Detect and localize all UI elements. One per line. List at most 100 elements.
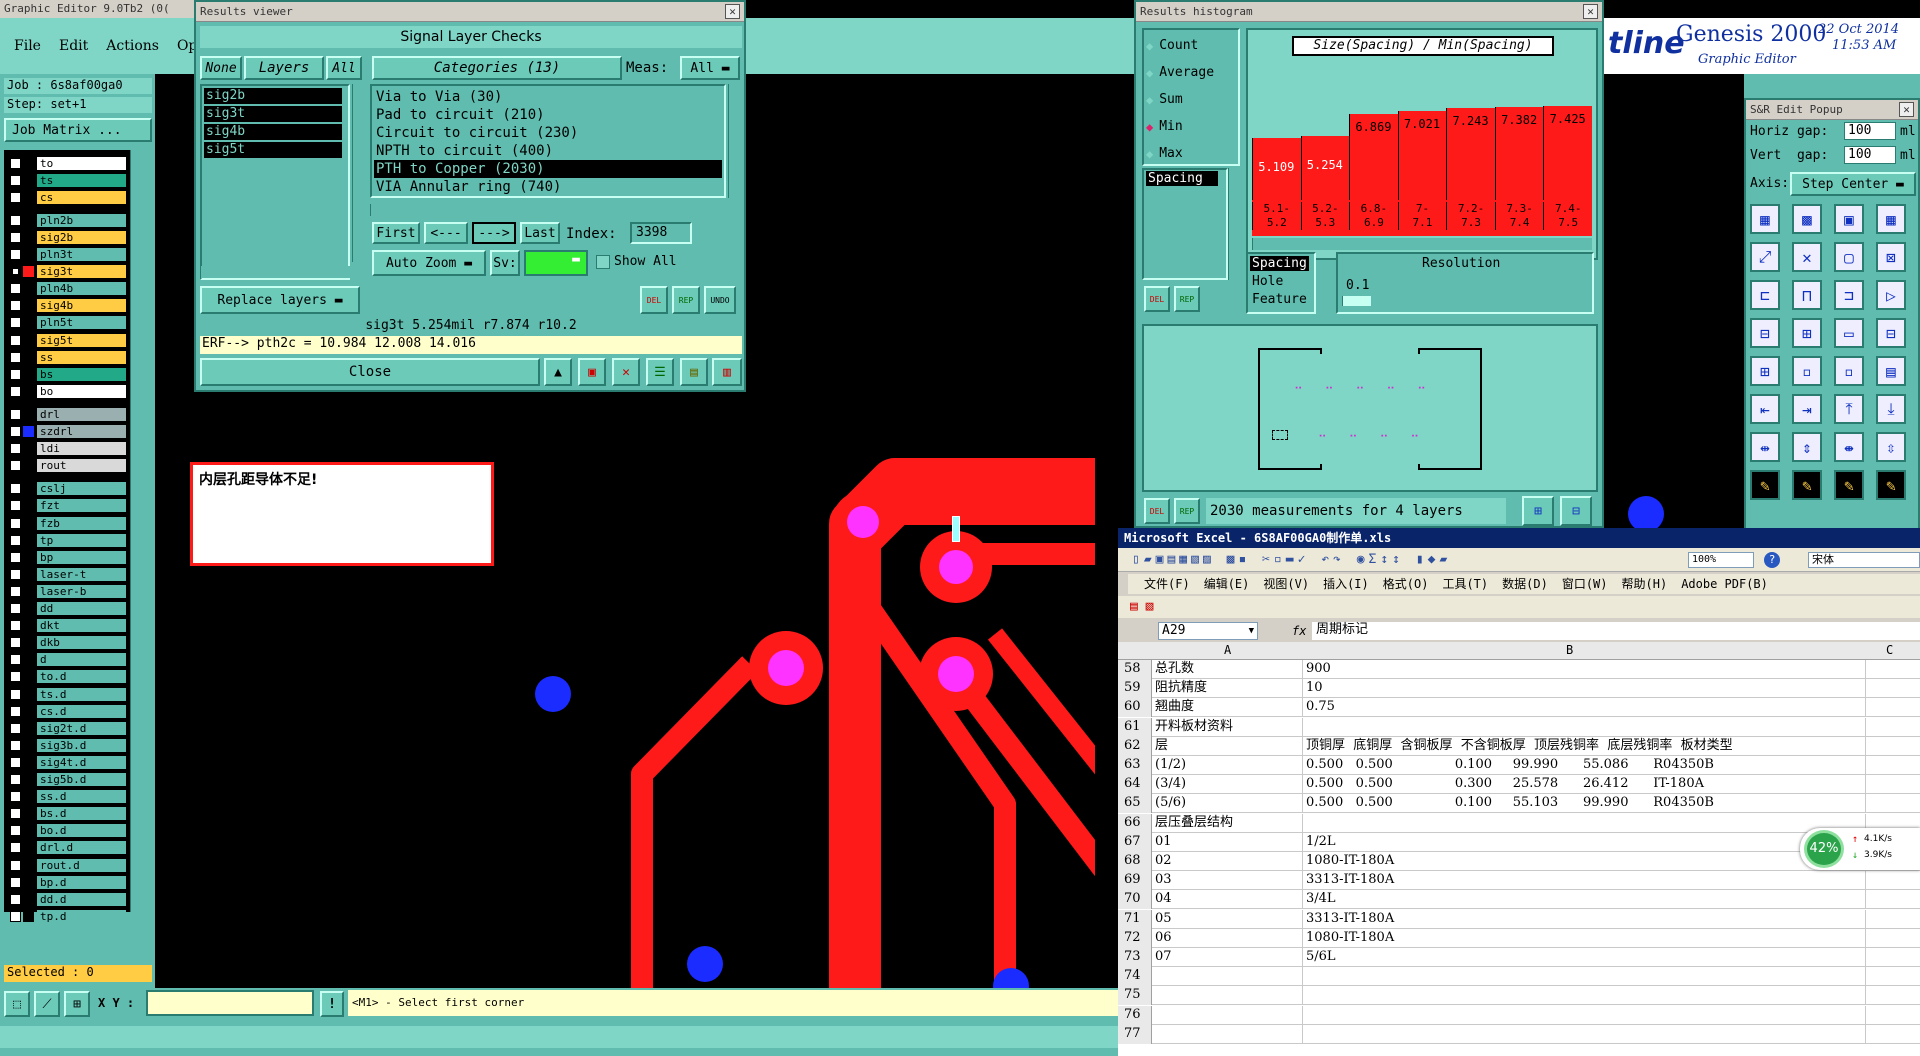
sr-tool-icon[interactable]: ✎ (1792, 470, 1822, 500)
layer-row-to-d[interactable]: to.d (10, 670, 126, 684)
row-header[interactable]: 76 (1118, 1005, 1152, 1025)
layer-row-pln3t[interactable]: pln3t (10, 248, 126, 262)
cell-b[interactable] (1304, 1005, 1866, 1025)
pdf-mail-icon[interactable]: ▧ (1146, 599, 1154, 614)
menu-edit[interactable]: Edit (59, 38, 88, 54)
layer-checkbox[interactable] (10, 460, 21, 472)
layer-checkbox[interactable] (10, 688, 21, 700)
layer-checkbox[interactable] (10, 585, 21, 597)
sr-tool-icon[interactable]: ⊞ (1792, 318, 1822, 348)
layer-row-cslj[interactable]: cslj (10, 482, 126, 496)
sr-tool-icon[interactable]: ▣ (1834, 204, 1864, 234)
layer-checkbox[interactable] (10, 283, 21, 295)
sr-tool-icon[interactable]: ⊞ (1750, 356, 1780, 386)
histogram-icon[interactable]: ▥ (712, 358, 742, 386)
help-icon[interactable]: ? (1764, 552, 1780, 568)
tool-select-icon[interactable]: ⬚ (4, 991, 30, 1017)
tool-icon-3[interactable]: ✕ (612, 358, 640, 386)
row-header[interactable]: 65 (1118, 794, 1152, 814)
sr-tool-icon[interactable]: ⇕ (1792, 432, 1822, 462)
layer-row-drl[interactable]: drl (10, 407, 126, 421)
column-header-b[interactable]: B (1566, 643, 1573, 657)
layer-row-sig5b-d[interactable]: sig5b.d (10, 773, 126, 787)
info-icon[interactable]: ! (320, 991, 344, 1017)
sr-tool-icon[interactable]: ▷ (1876, 280, 1906, 310)
layer-checkbox[interactable] (10, 249, 21, 260)
show-all-checkbox[interactable] (596, 255, 610, 269)
close-icon[interactable]: ✕ (1583, 4, 1598, 19)
layer-row-rout-d[interactable]: rout.d (10, 858, 126, 872)
sr-tool-icon[interactable]: ✎ (1750, 470, 1780, 500)
layer-row-bp-d[interactable]: bp.d (10, 875, 126, 889)
layer-checkbox[interactable] (10, 620, 21, 632)
layer-checkbox[interactable] (10, 534, 21, 546)
cell-a[interactable] (1153, 1005, 1303, 1025)
sr-tool-icon[interactable]: ⊟ (1876, 318, 1906, 348)
layer-row-drl-d[interactable]: drl.d (10, 841, 126, 855)
layer-row-dkb[interactable]: dkb (10, 636, 126, 650)
meas-select[interactable]: All ▬ (680, 56, 740, 80)
cell-b[interactable]: 3313-IT-180A (1304, 871, 1866, 891)
layer-row-cs-d[interactable]: cs.d (10, 704, 126, 718)
toolbar-icons[interactable]: ▯▰▣▤▦▧▨ ▩▪ ✂▫▬✓ ↶↷ ◉Σ↕↕ ▮◆▰ (1132, 552, 1451, 567)
layer-checkbox[interactable] (10, 825, 21, 837)
excel-menu-item[interactable]: 编辑(E) (1204, 574, 1250, 594)
layer-checkbox[interactable] (10, 859, 21, 871)
histogram-list-scroll[interactable] (1228, 168, 1240, 280)
tool-icon-5[interactable]: ▤ (680, 358, 708, 386)
tool-measure-icon[interactable]: ⟋ (34, 991, 60, 1017)
sr-tool-icon[interactable]: ⇥ (1792, 394, 1822, 424)
cell-a[interactable]: 翘曲度 (1153, 698, 1303, 718)
cell-a[interactable] (1153, 1024, 1303, 1044)
layer-row-bo-d[interactable]: bo.d (10, 824, 126, 838)
cell-b[interactable]: 1080-IT-180A (1304, 852, 1866, 871)
result-layer-item[interactable]: sig2b (204, 88, 342, 104)
cell-a[interactable] (1153, 967, 1303, 987)
layer-checkbox[interactable] (10, 408, 21, 420)
excel-menu-item[interactable]: 窗口(W) (1562, 574, 1608, 594)
layer-checkbox[interactable] (10, 231, 21, 243)
sr-tool-icon[interactable]: ⤓ (1876, 394, 1906, 424)
cell-a[interactable]: 02 (1153, 852, 1303, 871)
type-hole[interactable]: Hole (1250, 274, 1285, 289)
zoom-select[interactable]: 100% (1688, 552, 1754, 568)
histogram-hscroll[interactable] (1252, 238, 1592, 250)
cell-b[interactable] (1304, 1024, 1866, 1044)
layer-checkbox[interactable] (10, 637, 21, 649)
layer-checkbox[interactable] (10, 893, 21, 905)
sr-tool-icon[interactable]: ▫ (1834, 356, 1864, 386)
cell-b[interactable]: 0.75 (1304, 698, 1866, 718)
layer-checkbox[interactable] (10, 351, 21, 363)
layer-row-pln4b[interactable]: pln4b (10, 282, 126, 296)
sr-tool-icon[interactable]: ✎ (1834, 470, 1864, 500)
cell-b[interactable]: 10 (1304, 679, 1866, 699)
next-button[interactable]: ---> (472, 222, 516, 244)
layer-checkbox[interactable] (10, 191, 21, 203)
cell-b[interactable]: 1080-IT-180A (1304, 928, 1866, 948)
categories-tab[interactable]: Categories (13) (372, 56, 622, 80)
layer-row-tp-d[interactable]: tp.d (10, 909, 126, 923)
histogram-option-sum[interactable]: ◆ Sum (1146, 86, 1238, 113)
layer-row-fzb[interactable]: fzb (10, 516, 126, 530)
close-icon[interactable]: ✕ (1899, 102, 1914, 117)
layer-row-d[interactable]: d (10, 653, 126, 667)
layer-row-fzt[interactable]: fzt (10, 499, 126, 513)
layer-row-bs[interactable]: bs (10, 367, 126, 381)
cell-a[interactable]: 06 (1153, 928, 1303, 948)
pdf-convert-icon[interactable]: ▤ (1130, 599, 1138, 614)
layer-row-dd[interactable]: dd (10, 602, 126, 616)
radio-diamond-icon[interactable]: ◆ (1146, 66, 1153, 80)
excel-menu-item[interactable]: 视图(V) (1263, 574, 1309, 594)
sr-tool-icon[interactable]: ▩ (1792, 204, 1822, 234)
radio-diamond-icon[interactable]: ◆ (1146, 147, 1153, 161)
layer-row-ss-d[interactable]: ss.d (10, 790, 126, 804)
cell-a[interactable]: 开料板材资料 (1153, 717, 1303, 737)
excel-menu-item[interactable]: Adobe PDF(B) (1681, 574, 1768, 594)
layer-checkbox[interactable] (10, 654, 21, 666)
resolution-slider[interactable] (1342, 296, 1588, 306)
row-header[interactable]: 74 (1118, 967, 1152, 987)
layer-row-laser-t[interactable]: laser-t (10, 567, 126, 581)
layer-row-sig2t-d[interactable]: sig2t.d (10, 721, 126, 735)
excel-menu-item[interactable]: 数据(D) (1502, 574, 1548, 594)
row-header[interactable]: 69 (1118, 871, 1152, 891)
